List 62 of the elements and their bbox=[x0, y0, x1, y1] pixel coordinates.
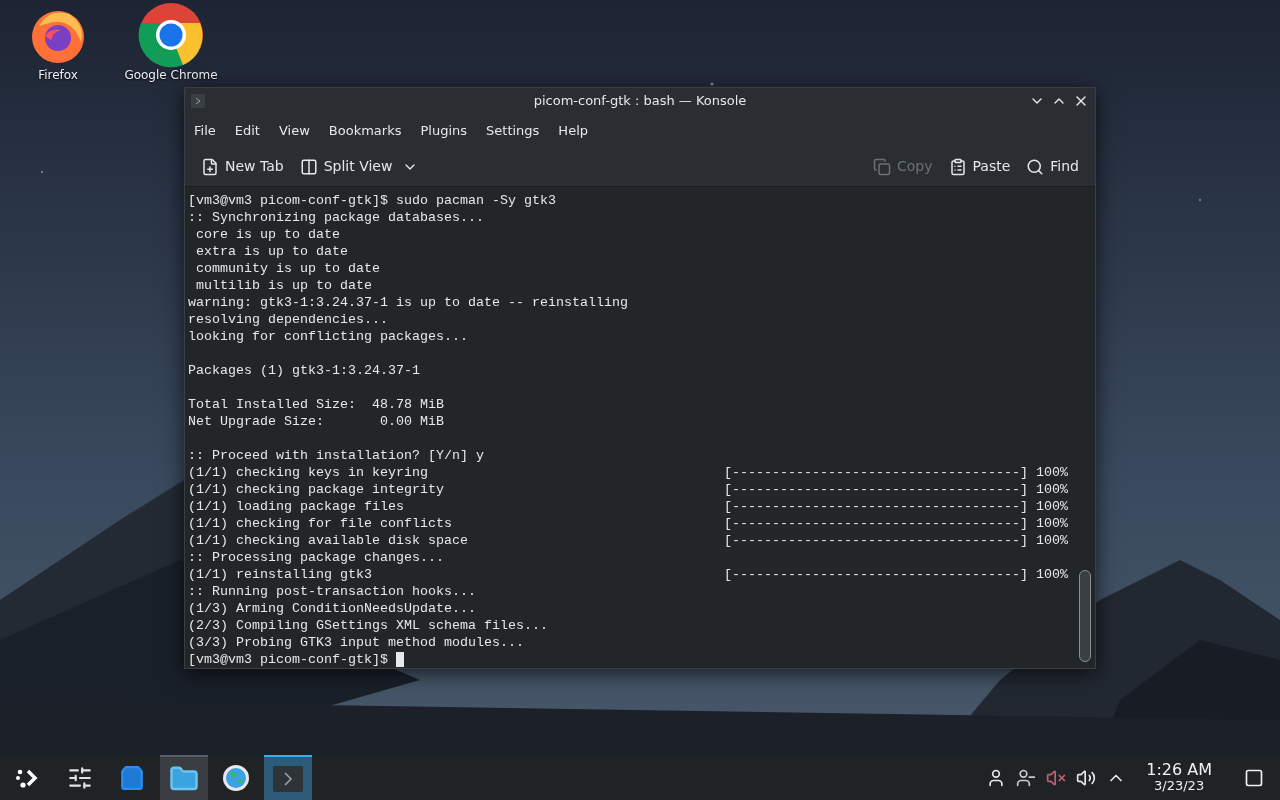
clock-time[interactable]: 1:26 AM bbox=[1146, 761, 1212, 778]
progress-text: [------------------------------------] 100% bbox=[724, 566, 1068, 583]
terminal-line: :: Running post-transaction hooks... bbox=[188, 583, 476, 600]
progress-text: [------------------------------------] 100% bbox=[724, 515, 1068, 532]
scrollbar-thumb[interactable] bbox=[1079, 570, 1091, 662]
terminal-line: (1/1) loading package files bbox=[188, 498, 405, 515]
app-icon bbox=[191, 93, 205, 108]
terminal-line: core is up to date bbox=[195, 226, 340, 243]
terminal-line: (1/1) checking keys in keyring bbox=[188, 464, 429, 481]
user-minus-icon[interactable] bbox=[1016, 767, 1037, 788]
desktop-icon-label[interactable]: Google Chrome bbox=[124, 68, 218, 82]
terminal-line: [vm3@vm3 picom-conf-gtk]$ bbox=[188, 651, 389, 668]
terminal-line: community is up to date bbox=[195, 260, 380, 277]
terminal-line: looking for conflicting packages... bbox=[188, 328, 468, 345]
sliders-icon bbox=[67, 764, 93, 791]
terminal-line: (1/1) checking package integrity bbox=[188, 481, 445, 498]
menu-item[interactable]: Help bbox=[553, 120, 593, 141]
show-desktop-icon[interactable] bbox=[1244, 767, 1264, 788]
window-title: picom-conf-gtk : bash — Konsole bbox=[532, 92, 748, 111]
paste-button[interactable]: Paste bbox=[942, 151, 1017, 182]
menu-item[interactable]: Settings bbox=[481, 120, 545, 141]
terminal-line: multilib is up to date bbox=[195, 277, 372, 294]
search-icon bbox=[1026, 157, 1045, 176]
globe-icon bbox=[222, 763, 250, 792]
terminal-line: [vm3@vm3 picom-conf-gtk]$ sudo pacman -Sy gtk3 bbox=[188, 192, 556, 209]
menu-item[interactable]: View bbox=[273, 120, 315, 141]
terminal-line: extra is up to date bbox=[195, 243, 348, 260]
menu-item[interactable]: Plugins bbox=[415, 120, 473, 141]
menu-item[interactable]: File bbox=[189, 120, 221, 141]
menu-item[interactable]: Bookmarks bbox=[323, 120, 407, 141]
progress-text: [------------------------------------] 100% bbox=[724, 532, 1068, 549]
new-tab-icon bbox=[201, 157, 219, 176]
terminal-line: (1/1) checking for file conflicts bbox=[188, 515, 453, 532]
terminal-line: Total Installed Size: 48.78 MiB bbox=[188, 396, 444, 413]
terminal-line: (1/1) checking available disk space bbox=[188, 532, 469, 549]
desktop-icon-label[interactable]: Firefox bbox=[38, 68, 78, 82]
muted-speaker-icon[interactable] bbox=[1046, 767, 1067, 788]
terminal-line: :: Processing package changes... bbox=[188, 549, 444, 566]
split-view-icon bbox=[299, 157, 318, 176]
paste-icon bbox=[948, 157, 967, 176]
terminal-line: (1/1) reinstalling gtk3 bbox=[188, 566, 373, 583]
clock-date[interactable]: 3/23/23 bbox=[1154, 777, 1205, 794]
terminal-line: Net Upgrade Size: 0.00 MiB bbox=[188, 413, 444, 430]
speaker-icon[interactable] bbox=[1076, 767, 1097, 788]
terminal-line: (1/3) Arming ConditionNeedsUpdate... bbox=[188, 600, 476, 617]
terminal-line: warning: gtk3-1:3.24.37-1 is up to date -- reinstalling bbox=[188, 294, 628, 311]
terminal-line: :: Synchronizing package databases... bbox=[188, 209, 484, 226]
progress-text: [------------------------------------] 100% bbox=[724, 464, 1068, 481]
terminal-line: :: Proceed with installation? [Y/n] y bbox=[188, 447, 484, 464]
chrome-icon bbox=[138, 2, 204, 68]
copy-icon bbox=[873, 157, 891, 176]
new-tab-button[interactable]: New Tab bbox=[195, 151, 290, 182]
menu-item[interactable]: Edit bbox=[229, 120, 265, 141]
progress-text: [------------------------------------] 100% bbox=[724, 498, 1068, 515]
progress-text: [------------------------------------] 100% bbox=[724, 481, 1068, 498]
split-button[interactable]: Split View bbox=[293, 151, 425, 182]
find-button[interactable]: Find bbox=[1020, 151, 1085, 182]
terminal-line: resolving dependencies... bbox=[188, 311, 388, 328]
terminal-line: (2/3) Compiling GSettings XML schema files... bbox=[188, 617, 548, 634]
terminal-icon bbox=[273, 765, 303, 792]
terminal-line: (3/3) Probing GTK3 input method modules... bbox=[188, 634, 524, 651]
terminal-line: Packages (1) gtk3-1:3.24.37-1 bbox=[188, 362, 420, 379]
